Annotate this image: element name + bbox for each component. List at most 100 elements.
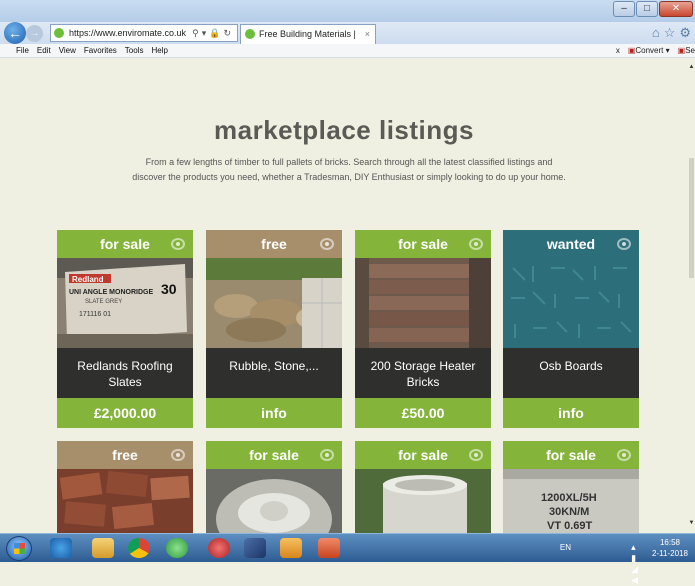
app-icon[interactable] (166, 538, 188, 558)
listing-card[interactable]: for sale Redland UNI ANGLE MONORIDGE SLA… (57, 230, 193, 428)
listing-image[interactable] (206, 258, 342, 348)
listing-card[interactable]: free Rubble, Stone,... info (206, 230, 342, 428)
slate-number-text: 30 (161, 281, 177, 297)
listing-image[interactable] (355, 258, 491, 348)
address-tools-icon[interactable]: ⚲▾🔒↻ (192, 25, 234, 41)
listing-title[interactable]: Redlands Roofing Slates (57, 348, 193, 398)
listing-title[interactable]: 200 Storage Heater Bricks (355, 348, 491, 398)
section-heading: marketplace listings (214, 115, 474, 145)
scroll-up-icon[interactable]: ▲ (688, 64, 695, 70)
wanted-pattern-image (503, 258, 639, 348)
menu-edit[interactable]: Edit (37, 44, 51, 57)
page-scrollbar[interactable]: ▲ ▼ (688, 58, 695, 533)
listing-badge: for sale (57, 230, 193, 258)
menu-file[interactable]: File (16, 44, 29, 57)
powerpoint-icon[interactable] (318, 538, 340, 558)
pdf-app-icon[interactable] (280, 538, 302, 558)
minimize-button[interactable]: – (613, 1, 635, 17)
roof-tiles-photo (57, 469, 193, 533)
scroll-down-icon[interactable]: ▼ (688, 520, 695, 526)
favorites-star-icon[interactable]: ☆ (664, 25, 676, 41)
listing-badge: for sale (206, 441, 342, 469)
convert-label: Convert (635, 46, 664, 55)
menu-tools[interactable]: Tools (125, 44, 144, 57)
badge-label: for sale (249, 447, 299, 463)
listing-card[interactable]: for sale (355, 441, 491, 533)
url-field[interactable]: https://www.enviromate.co.uk ⚲▾🔒↻ (50, 24, 238, 42)
clock-date: 2-11-2018 (652, 549, 688, 558)
listing-card[interactable]: for sale (206, 441, 342, 533)
listing-price[interactable]: £2,000.00 (57, 398, 193, 428)
forward-button[interactable]: → (26, 25, 43, 42)
eye-icon[interactable] (320, 449, 334, 461)
tab-close-icon[interactable]: × (365, 25, 370, 43)
listing-image[interactable] (503, 258, 639, 348)
listing-image[interactable] (57, 469, 193, 533)
home-icon[interactable]: ⌂ (652, 25, 660, 41)
eye-icon[interactable] (469, 238, 483, 250)
badge-label: wanted (546, 236, 596, 252)
listing-card[interactable]: wanted Osb Boards info (503, 230, 639, 428)
media-app-icon[interactable] (208, 538, 230, 558)
chrome-icon[interactable] (128, 538, 150, 558)
internet-explorer-icon[interactable] (50, 538, 72, 558)
file-explorer-icon[interactable] (92, 538, 114, 558)
convert-button[interactable]: ▣Convert ▾ (628, 44, 670, 57)
close-window-button[interactable]: ✕ (659, 1, 693, 17)
select-button[interactable]: ▣Se (678, 44, 695, 57)
listing-card[interactable]: for sale 1200XL/5H 30KN/M VT 0.69T (503, 441, 639, 533)
concrete-pipe-photo (355, 469, 491, 533)
settings-gear-icon[interactable]: ⚙ (679, 25, 691, 41)
clock-time: 16:58 (659, 538, 681, 547)
scrollbar-thumb[interactable] (689, 158, 694, 278)
menu-help[interactable]: Help (151, 44, 167, 57)
taskbar: EN ▴ ▮ ◢ ◀ 16:58 2-11-2018 (0, 533, 695, 585)
listing-image[interactable] (355, 469, 491, 533)
eye-icon[interactable] (469, 449, 483, 461)
listing-price[interactable]: info (503, 398, 639, 428)
listing-badge: for sale (355, 230, 491, 258)
browser-tab[interactable]: Free Building Materials | En... × (240, 24, 376, 57)
listing-price[interactable]: £50.00 (355, 398, 491, 428)
heater-bricks-photo (355, 258, 491, 348)
eye-icon[interactable] (171, 238, 185, 250)
menu-favorites[interactable]: Favorites (84, 44, 117, 57)
maximize-button[interactable]: □ (636, 1, 658, 17)
listing-card[interactable]: for sale 200 Storage Heater Bricks £50.0… (355, 230, 491, 428)
listing-title[interactable]: Rubble, Stone,... (206, 348, 342, 398)
badge-label: free (112, 447, 138, 463)
eye-icon[interactable] (320, 238, 334, 250)
web-page: marketplace listings From a few lengths … (0, 58, 688, 533)
browser-toolbar-icons: ⌂ ☆ ⚙ (652, 25, 691, 41)
listing-card[interactable]: free (57, 441, 193, 533)
listing-badge: for sale (503, 441, 639, 469)
chart-app-icon[interactable] (244, 538, 266, 558)
toolbar-close-button[interactable]: x (616, 44, 620, 57)
eye-icon[interactable] (171, 449, 185, 461)
menu-view[interactable]: View (59, 44, 76, 57)
listing-price[interactable]: info (206, 398, 342, 428)
slate-label-text: UNI ANGLE MONORIDGE (69, 289, 153, 296)
start-button[interactable] (6, 536, 32, 561)
listing-badge: wanted (503, 230, 639, 258)
toolbar-extensions: x ▣Convert ▾ ▣Se (616, 44, 695, 57)
listing-badge: free (206, 230, 342, 258)
back-button[interactable]: ← (4, 22, 26, 44)
clock[interactable]: 16:58 2-11-2018 (649, 537, 691, 559)
tray-icons[interactable]: ▴ ▮ ◢ ◀ (631, 542, 641, 586)
listing-image[interactable] (206, 469, 342, 533)
section-description: From a few lengths of timber to full pal… (132, 157, 566, 182)
window-titlebar: – □ ✕ (0, 0, 695, 22)
menu-items: File Edit View Favorites Tools Help (16, 44, 168, 57)
block-text-1: 1200XL/5H (541, 492, 597, 504)
eye-icon[interactable] (617, 449, 631, 461)
listing-image[interactable]: 1200XL/5H 30KN/M VT 0.69T (503, 469, 639, 533)
eye-icon[interactable] (617, 238, 631, 250)
block-text-2: 30KN/M (549, 506, 589, 518)
slate-brand-text: Redland (72, 275, 104, 284)
language-indicator[interactable]: EN (560, 543, 571, 552)
listing-title[interactable]: Osb Boards (503, 348, 639, 398)
listing-image[interactable]: Redland UNI ANGLE MONORIDGE SLATE GREY 3… (57, 258, 193, 348)
rubble-photo (206, 258, 342, 348)
roof-slates-photo: Redland UNI ANGLE MONORIDGE SLATE GREY 3… (57, 258, 193, 348)
